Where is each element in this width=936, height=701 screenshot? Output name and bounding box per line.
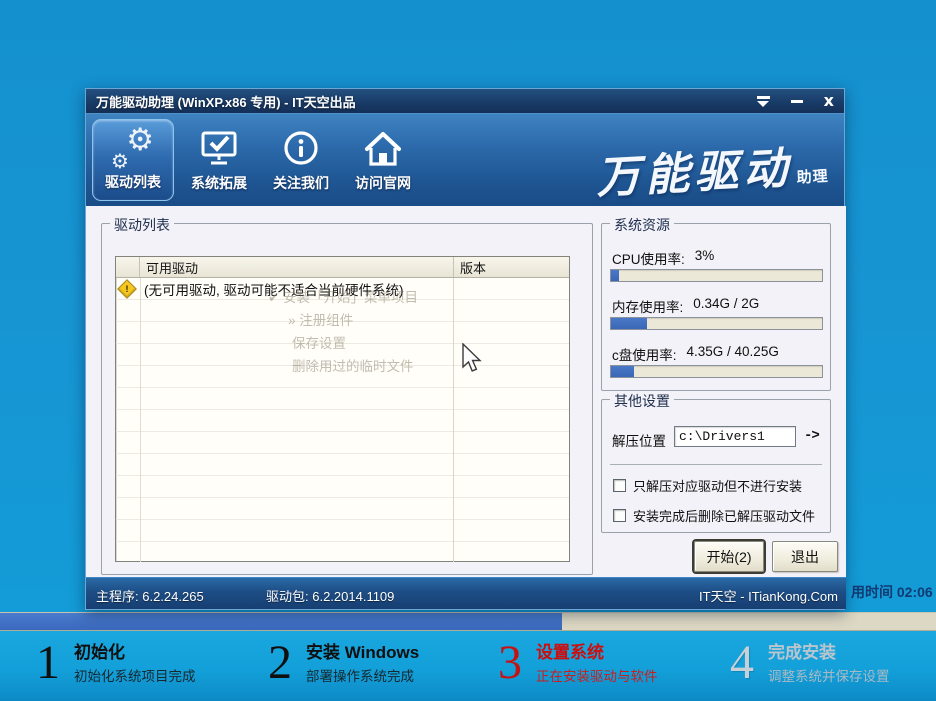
logo-text: 万能驱动 (595, 144, 793, 203)
driver-pack-version: 驱动包: 6.2.2014.1109 (266, 586, 394, 605)
monitor-check-icon (198, 125, 240, 173)
setup-progressbar (0, 612, 936, 631)
minimize-icon (791, 100, 803, 103)
main-program-version: 主程序: 6.2.24.265 (96, 586, 204, 605)
brand-logo: 万能驱动助理 (594, 130, 829, 206)
desktop: 用时间 02:06 1 初始化 初始化系统项目完成 2 安装 Windows 部… (0, 0, 936, 701)
ghost-overlay-text: » 注册组件 (288, 309, 353, 329)
step-3-configure-system: 3 设置系统 正在安装驱动与软件 (498, 638, 658, 688)
step-4-finish-install: 4 完成安装 调整系统并保存设置 (730, 638, 890, 688)
step-subtitle: 部署操作系统完成 (306, 667, 419, 687)
step-2-install-windows: 2 安装 Windows 部署操作系统完成 (268, 638, 419, 688)
brand-link: IT天空 - ITianKong.Com (699, 586, 838, 605)
toolbar-button-driver-list[interactable]: ⚙⚙ 驱动列表 (92, 119, 174, 201)
step-number: 4 (730, 638, 754, 688)
memory-usage-bar (610, 317, 823, 330)
ghost-overlay-text: 删除用过的临时文件 (292, 355, 414, 375)
memory-usage-label: 内存使用率: (612, 296, 683, 316)
other-settings-title: 其他设置 (610, 391, 674, 411)
step-subtitle: 调整系统并保存设置 (768, 667, 890, 687)
cpu-usage-bar (610, 269, 823, 282)
toolbar-button-follow-us[interactable]: 关注我们 (260, 119, 342, 201)
window-controls: x (757, 89, 834, 113)
step-number: 2 (268, 638, 292, 688)
driver-table-body: ! (无可用驱动, 驱动可能不适合当前硬件系统) ✔ 安装「开始」菜单项目 » … (116, 278, 569, 562)
system-resources-group: 系统资源 CPU使用率: 3% 内存使用率: 0.34G / 2G c盘使用率: (601, 223, 831, 391)
home-icon (361, 125, 405, 173)
gears-icon: ⚙⚙ (110, 126, 156, 172)
disk-usage-row: c盘使用率: 4.35G / 40.25G (612, 344, 779, 364)
checkbox-label: 安装完成后删除已解压驱动文件 (633, 506, 815, 525)
step-title: 设置系统 (536, 642, 658, 664)
checkbox-label: 只解压对应驱动但不进行安装 (633, 476, 802, 495)
ghost-overlay-text: 保存设置 (292, 332, 346, 352)
collapse-button[interactable] (757, 96, 770, 107)
window-title: 万能驱动助理 (WinXP.x86 专用) - IT天空出品 (86, 92, 356, 111)
elapsed-time: 用时间 02:06 (851, 582, 933, 602)
column-header-version[interactable]: 版本 (454, 257, 569, 277)
cpu-usage-row: CPU使用率: 3% (612, 248, 714, 268)
cpu-usage-label: CPU使用率: (612, 248, 685, 268)
system-resources-title: 系统资源 (610, 215, 674, 235)
titlebar[interactable]: 万能驱动助理 (WinXP.x86 专用) - IT天空出品 x (86, 89, 844, 113)
exit-button[interactable]: 退出 (772, 541, 838, 572)
checkbox-icon[interactable] (613, 509, 626, 522)
setup-steps-bar: 1 初始化 初始化系统项目完成 2 安装 Windows 部署操作系统完成 3 … (0, 631, 936, 701)
window-body: 驱动列表 可用驱动 版本 ! (无可用驱动, 驱动可能不适合当前硬件系统) (86, 206, 846, 579)
logo-suffix: 助理 (796, 168, 829, 187)
step-subtitle: 初始化系统项目完成 (74, 667, 196, 687)
step-subtitle: 正在安装驱动与软件 (536, 667, 658, 687)
memory-usage-row: 内存使用率: 0.34G / 2G (612, 296, 759, 316)
extract-location-label: 解压位置 (612, 430, 666, 450)
info-circle-icon (280, 125, 322, 173)
divider (610, 464, 822, 465)
driver-table-header: 可用驱动 版本 (116, 257, 569, 278)
driver-table[interactable]: 可用驱动 版本 ! (无可用驱动, 驱动可能不适合当前硬件系统) ✔ 安装「开始… (115, 256, 570, 562)
ghost-overlay-text: ✔ 安装「开始」菜单项目 (268, 286, 418, 306)
driver-list-group: 驱动列表 可用驱动 版本 ! (无可用驱动, 驱动可能不适合当前硬件系统) (101, 223, 593, 575)
step-title: 初始化 (74, 642, 196, 664)
step-title: 完成安装 (768, 642, 890, 664)
checkbox-delete-after-install[interactable]: 安装完成后删除已解压驱动文件 (613, 506, 815, 525)
memory-usage-value: 0.34G / 2G (693, 296, 759, 316)
mouse-cursor (462, 343, 484, 375)
step-number: 1 (36, 638, 60, 688)
disk-usage-value: 4.35G / 40.25G (687, 344, 779, 364)
step-number: 3 (498, 638, 522, 688)
browse-button[interactable]: -> (804, 428, 819, 444)
setup-progressbar-fill (0, 613, 562, 630)
column-header-available-drivers[interactable]: 可用驱动 (140, 257, 454, 277)
disk-usage-bar (610, 365, 823, 378)
toolbar-button-visit-website[interactable]: 访问官网 (342, 119, 424, 201)
column-header-icon[interactable] (116, 257, 140, 277)
warning-icon: ! (117, 279, 137, 299)
step-1-initialize: 1 初始化 初始化系统项目完成 (36, 638, 196, 688)
cpu-usage-value: 3% (695, 248, 715, 268)
other-settings-group: 其他设置 解压位置 -> 只解压对应驱动但不进行安装 安装完成后删除已解压驱动文… (601, 399, 831, 533)
minimize-button[interactable] (791, 100, 803, 103)
statusbar: 主程序: 6.2.24.265 驱动包: 6.2.2014.1109 IT天空 … (86, 577, 846, 609)
step-title: 安装 Windows (306, 642, 419, 664)
toolbar: ⚙⚙ 驱动列表 系统拓展 (86, 113, 844, 206)
extract-path-input[interactable] (674, 426, 796, 447)
driver-list-group-title: 驱动列表 (110, 215, 174, 235)
checkbox-icon[interactable] (613, 479, 626, 492)
checkbox-extract-only[interactable]: 只解压对应驱动但不进行安装 (613, 476, 802, 495)
disk-usage-label: c盘使用率: (612, 344, 677, 364)
close-button[interactable]: x (824, 93, 834, 109)
collapse-icon (757, 96, 770, 99)
start-button[interactable]: 开始(2) (694, 541, 764, 572)
toolbar-button-system-expand[interactable]: 系统拓展 (178, 119, 260, 201)
